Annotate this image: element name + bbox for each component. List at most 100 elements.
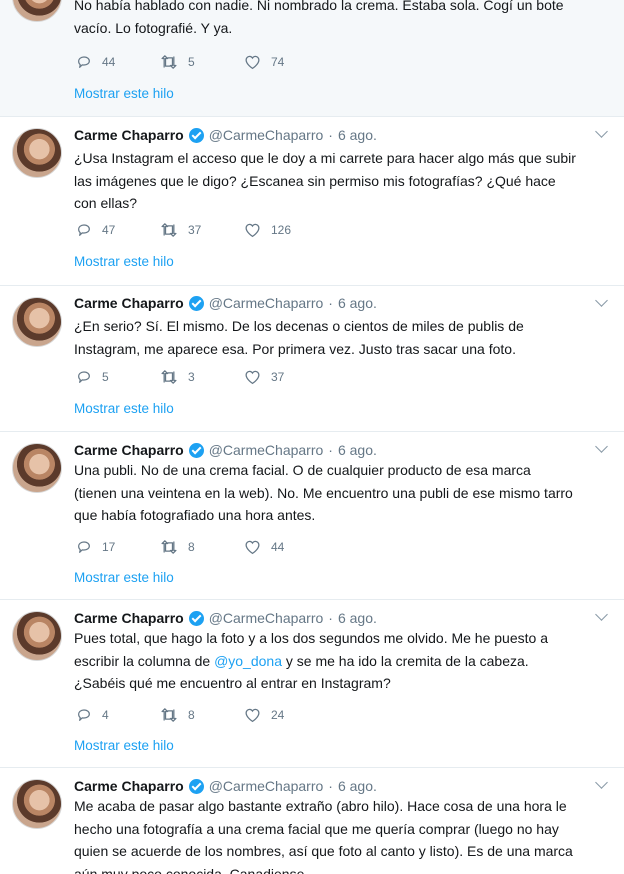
tweet-actions: 5 3 37 bbox=[76, 367, 324, 387]
tweet-timestamp[interactable]: 6 ago. bbox=[338, 442, 377, 458]
reply-icon bbox=[78, 541, 90, 553]
tweet-timestamp[interactable]: 6 ago. bbox=[338, 295, 377, 311]
verified-badge-icon bbox=[188, 778, 204, 794]
retweet-button[interactable]: 3 bbox=[160, 369, 244, 385]
tweet-text-line: con ellas? bbox=[74, 195, 138, 211]
author-name[interactable]: Carme Chaparro bbox=[74, 610, 184, 626]
chevron-down-icon[interactable] bbox=[595, 608, 608, 621]
separator-dot: · bbox=[328, 610, 333, 626]
tweet-timestamp[interactable]: 6 ago. bbox=[338, 127, 377, 143]
tweet-5[interactable]: Carme Chaparro @CarmeChaparro · 6 ago. M… bbox=[0, 768, 624, 874]
heart-icon bbox=[245, 708, 260, 723]
show-thread-link[interactable]: Mostrar este hilo bbox=[74, 401, 174, 416]
tweet-text-line: Una publi. No de una crema facial. O de … bbox=[74, 462, 531, 478]
chevron-down-icon[interactable] bbox=[595, 776, 608, 789]
show-thread-link[interactable]: Mostrar este hilo bbox=[74, 254, 174, 269]
show-thread-link[interactable]: Mostrar este hilo bbox=[74, 570, 174, 585]
tweet-actions: 47 37 126 bbox=[76, 220, 324, 240]
reply-icon bbox=[78, 709, 90, 721]
reply-button[interactable]: 47 bbox=[76, 222, 160, 238]
tweet-header: Carme Chaparro @CarmeChaparro · 6 ago. bbox=[74, 293, 377, 313]
chevron-down-icon[interactable] bbox=[595, 294, 608, 307]
author-handle[interactable]: @CarmeChaparro bbox=[209, 610, 324, 626]
author-name[interactable]: Carme Chaparro bbox=[74, 442, 184, 458]
tweet-text-line: ¿Usa Instagram el acceso que le doy a mi… bbox=[74, 150, 576, 166]
heart-icon bbox=[245, 223, 260, 238]
mention-link[interactable]: @yo_dona bbox=[214, 653, 282, 669]
tweet-text-line: quien se acuerde de los nombres, así que… bbox=[74, 843, 573, 859]
tweet-text-line: que había fotografiado una hora antes. bbox=[74, 507, 316, 523]
tweet-text-line: (tienen una veintena en la web). No. Me … bbox=[74, 484, 573, 501]
verified-badge-icon bbox=[188, 127, 204, 143]
chevron-down-icon[interactable] bbox=[595, 125, 608, 138]
tweet-text-line: las imágenes que le digo? ¿Escanea sin p… bbox=[74, 172, 556, 189]
reply-button[interactable]: 5 bbox=[76, 369, 160, 385]
retweet-count: 37 bbox=[188, 223, 202, 237]
retweet-button[interactable]: 8 bbox=[160, 707, 244, 723]
retweet-icon bbox=[161, 540, 177, 554]
author-name[interactable]: Carme Chaparro bbox=[74, 778, 184, 794]
avatar[interactable] bbox=[12, 128, 62, 178]
author-handle[interactable]: @CarmeChaparro bbox=[209, 778, 324, 794]
avatar[interactable] bbox=[12, 0, 62, 22]
reply-button[interactable]: 44 bbox=[76, 54, 160, 70]
tweet-header: Carme Chaparro @CarmeChaparro · 6 ago. bbox=[74, 608, 377, 628]
tweet-text: ¿Usa Instagram el acceso que le doy a mi… bbox=[74, 147, 604, 215]
tweet-actions: 17 8 44 bbox=[76, 537, 324, 557]
tweet-text-line: Instagram, me aparece esa. Por primera v… bbox=[74, 340, 516, 357]
separator-dot: · bbox=[328, 127, 333, 143]
tweet-4[interactable]: Carme Chaparro @CarmeChaparro · 6 ago. P… bbox=[0, 600, 624, 768]
retweet-button[interactable]: 8 bbox=[160, 539, 244, 555]
like-button[interactable]: 37 bbox=[244, 369, 324, 385]
tweet-timestamp[interactable]: 6 ago. bbox=[338, 610, 377, 626]
tweet-actions: 4 8 24 bbox=[76, 705, 324, 725]
author-handle[interactable]: @CarmeChaparro bbox=[209, 127, 324, 143]
tweet-2[interactable]: Carme Chaparro @CarmeChaparro · 6 ago. ¿… bbox=[0, 286, 624, 432]
retweet-button[interactable]: 37 bbox=[160, 222, 244, 238]
tweet-text-line: Pues total, que hago la foto y a los dos… bbox=[74, 630, 548, 646]
like-count: 37 bbox=[271, 370, 285, 384]
avatar[interactable] bbox=[12, 779, 62, 829]
tweet-0[interactable]: No había hablado con nadie. Ni nombrado … bbox=[0, 0, 624, 117]
reply-count: 44 bbox=[102, 55, 116, 69]
reply-count: 17 bbox=[102, 540, 116, 554]
author-name[interactable]: Carme Chaparro bbox=[74, 295, 184, 311]
reply-icon bbox=[78, 371, 90, 383]
tweet-1[interactable]: Carme Chaparro @CarmeChaparro · 6 ago. ¿… bbox=[0, 117, 624, 286]
tweet-header: Carme Chaparro @CarmeChaparro · 6 ago. bbox=[74, 125, 377, 145]
reply-icon bbox=[78, 224, 90, 236]
show-thread-link[interactable]: Mostrar este hilo bbox=[74, 738, 174, 753]
tweet-3[interactable]: Carme Chaparro @CarmeChaparro · 6 ago. U… bbox=[0, 432, 624, 600]
tweet-text-fragment: y se me ha ido la cremita de la cabeza. bbox=[282, 652, 529, 669]
tweet-text-line: hecho una fotografía a una crema facial … bbox=[74, 820, 559, 837]
reply-count: 47 bbox=[102, 223, 116, 237]
chevron-down-icon[interactable] bbox=[595, 440, 608, 453]
show-thread-link[interactable]: Mostrar este hilo bbox=[74, 86, 174, 101]
tweet-text-line: escribir la columna de @yo_dona y se me … bbox=[74, 650, 604, 673]
retweet-button[interactable]: 5 bbox=[160, 54, 244, 70]
tweet-text: Me acaba de pasar algo bastante extraño … bbox=[74, 795, 604, 874]
tweet-header: Carme Chaparro @CarmeChaparro · 6 ago. bbox=[74, 776, 377, 796]
author-handle[interactable]: @CarmeChaparro bbox=[209, 442, 324, 458]
avatar[interactable] bbox=[12, 297, 62, 347]
retweet-icon bbox=[161, 370, 177, 384]
avatar[interactable] bbox=[12, 611, 62, 661]
separator-dot: · bbox=[328, 778, 333, 794]
reply-count: 5 bbox=[102, 370, 109, 384]
like-count: 24 bbox=[271, 708, 285, 722]
author-handle[interactable]: @CarmeChaparro bbox=[209, 295, 324, 311]
reply-button[interactable]: 17 bbox=[76, 539, 160, 555]
tweet-text-line: ¿Sabéis qué me encuentro al entrar en In… bbox=[74, 675, 391, 691]
like-button[interactable]: 126 bbox=[244, 222, 324, 238]
tweet-timestamp[interactable]: 6 ago. bbox=[338, 778, 377, 794]
like-count: 74 bbox=[271, 55, 285, 69]
like-button[interactable]: 24 bbox=[244, 707, 324, 723]
tweet-text-line: aún muy poco conocida. Canadiense. bbox=[74, 865, 309, 874]
author-name[interactable]: Carme Chaparro bbox=[74, 127, 184, 143]
reply-button[interactable]: 4 bbox=[76, 707, 160, 723]
avatar[interactable] bbox=[12, 443, 62, 493]
like-button[interactable]: 44 bbox=[244, 539, 324, 555]
retweet-count: 5 bbox=[188, 55, 195, 69]
like-button[interactable]: 74 bbox=[244, 54, 324, 70]
tweet-text: Una publi. No de una crema facial. O de … bbox=[74, 459, 604, 527]
